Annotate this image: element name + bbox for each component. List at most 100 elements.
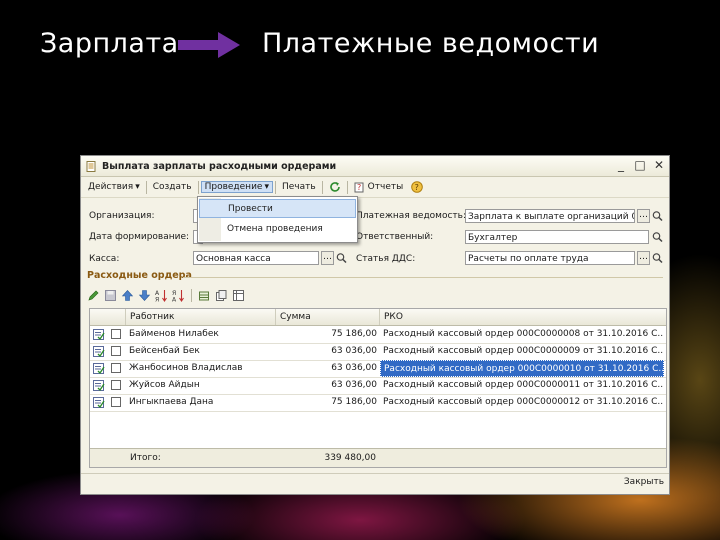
document-posted-icon — [93, 363, 105, 374]
window-footer: Закрыть — [81, 473, 669, 494]
responsible-field[interactable]: Бухгалтер — [465, 230, 649, 244]
chevron-down-icon: ▾ — [264, 182, 269, 192]
employee-cell: Ингыкпаева Дана — [129, 397, 214, 407]
close-button[interactable]: Закрыть — [624, 477, 664, 487]
slide-title-right: Платежные ведомости — [262, 28, 600, 59]
employee-cell: Байменов Нилабек — [129, 329, 219, 339]
table-row[interactable]: Жанбосинов Владислав 63 036,00 Расходный к… — [90, 360, 666, 378]
table-row[interactable]: Жуйсов Айдын 63 036,00 Расходный кассовый … — [90, 377, 666, 395]
table-footer: Итого: 339 480,00 — [90, 448, 666, 467]
row-checkbox[interactable] — [111, 397, 121, 407]
payment-orders-table: Работник Сумма РКО Байменов Нилабек 75 18… — [89, 308, 667, 468]
responsible-label: Ответственный: — [356, 232, 434, 242]
refresh-button[interactable] — [325, 180, 345, 194]
move-up-icon[interactable] — [121, 289, 134, 302]
statement-label: Платежная ведомость: — [356, 211, 466, 221]
section-divider — [183, 277, 663, 278]
toolbar-separator — [346, 180, 348, 194]
statement-field[interactable]: Зарплата к выплате организаций 00 — [465, 209, 635, 223]
header-employee[interactable]: Работник — [126, 309, 276, 325]
total-label: Итого: — [130, 453, 161, 463]
svg-text:?: ? — [415, 183, 419, 192]
window-title: Выплата зарплаты расходными ордерами — [102, 160, 337, 172]
statement-select-button[interactable]: … — [637, 209, 650, 223]
dds-field[interactable]: Расчеты по оплате труда — [465, 251, 635, 265]
row-checkbox[interactable] — [111, 380, 121, 390]
help-icon: ? — [411, 181, 424, 193]
edit-pencil-icon[interactable] — [87, 289, 100, 302]
copy-rows-icon[interactable] — [215, 289, 228, 302]
sum-cell: 63 036,00 — [331, 346, 377, 356]
menu-item-post[interactable]: Провести — [199, 199, 356, 218]
posting-menu-button[interactable]: Проведение ▾ — [200, 181, 273, 193]
toolbar-separator — [191, 288, 192, 302]
reports-icon: ? — [354, 182, 364, 193]
main-toolbar: Действия ▾ Создать Проведение ▾ Печать ?… — [81, 177, 669, 198]
statement-search-icon[interactable] — [651, 209, 664, 223]
row-checkbox[interactable] — [111, 363, 121, 373]
employee-cell: Бейсенбай Бек — [129, 346, 200, 356]
employee-cell: Жанбосинов Владислав — [129, 363, 243, 373]
actions-menu-button[interactable]: Действия ▾ — [84, 181, 144, 193]
sort-descending-icon[interactable]: Я A — [172, 289, 185, 302]
employee-cell: Жуйсов Айдын — [129, 380, 200, 390]
sum-cell: 75 186,00 — [331, 329, 377, 339]
date-label: Дата формирование: — [89, 232, 190, 242]
svg-text:A: A — [172, 296, 177, 302]
responsible-search-icon[interactable] — [651, 230, 664, 244]
posting-label: Проведение — [204, 182, 263, 192]
cash-select-button[interactable]: … — [321, 251, 334, 265]
dds-select-button[interactable]: … — [637, 251, 650, 265]
section-title: Расходные ордера — [87, 270, 192, 281]
document-posted-icon — [93, 380, 105, 391]
rko-cell[interactable]: Расходный кассовый ордер 000С0000009 от … — [380, 343, 664, 360]
reports-label: Отчеты — [367, 182, 404, 192]
rko-cell[interactable]: Расходный кассовый ордер 000С0000011 от … — [380, 377, 664, 394]
document-posted-icon — [93, 346, 105, 357]
organization-label: Организация: — [89, 211, 155, 221]
posting-dropdown-menu: Провести Отмена проведения — [197, 196, 358, 243]
minimize-button[interactable]: _ — [615, 158, 627, 173]
maximize-button[interactable]: □ — [634, 158, 646, 173]
menu-item-cancel-posting[interactable]: Отмена проведения — [199, 220, 356, 239]
cash-field[interactable]: Основная касса — [193, 251, 319, 265]
create-button[interactable]: Создать — [149, 181, 196, 193]
document-icon — [86, 160, 96, 172]
refresh-icon — [329, 182, 340, 192]
row-checkbox[interactable] — [111, 329, 121, 339]
toolbar-separator — [197, 180, 199, 194]
save-disk-icon[interactable] — [104, 289, 117, 302]
header-rko[interactable]: РКО — [380, 309, 666, 325]
sort-ascending-icon[interactable]: A Я — [155, 289, 168, 302]
table-header: Работник Сумма РКО — [90, 309, 666, 326]
close-window-button[interactable]: ✕ — [653, 158, 665, 173]
create-label: Создать — [152, 182, 192, 192]
dds-search-icon[interactable] — [651, 251, 664, 265]
row-checkbox[interactable] — [111, 346, 121, 356]
cash-search-icon[interactable] — [335, 251, 348, 265]
sum-cell: 63 036,00 — [331, 380, 377, 390]
dds-label: Статья ДДС: — [356, 254, 416, 264]
rko-cell[interactable]: Расходный кассовый ордер 000С0000010 от … — [380, 360, 664, 377]
right-arrow-icon — [178, 32, 240, 58]
window-titlebar: Выплата зарплаты расходными ордерами _ □… — [81, 156, 669, 177]
cash-label: Касса: — [89, 254, 120, 264]
table-row[interactable]: Ингыкпаева Дана 75 186,00 Расходный кассов… — [90, 394, 666, 412]
print-button[interactable]: Печать — [278, 181, 320, 193]
reports-button[interactable]: ? Отчеты — [350, 180, 408, 194]
total-value: 339 480,00 — [324, 453, 376, 463]
svg-text:Я: Я — [155, 296, 159, 302]
header-icons-column — [90, 309, 126, 325]
table-row[interactable]: Бейсенбай Бек 63 036,00 Расходный кассовый… — [90, 343, 666, 361]
help-button[interactable]: ? — [407, 180, 427, 194]
slide-title-left: Зарплата — [40, 28, 179, 59]
rko-cell[interactable]: Расходный кассовый ордер 000С0000012 от … — [380, 394, 664, 411]
toolbar-separator — [274, 180, 276, 194]
fill-table-icon[interactable] — [198, 289, 211, 302]
table-row[interactable]: Байменов Нилабек 75 186,00 Расходный кассо… — [90, 326, 666, 344]
settings-table-icon[interactable] — [232, 289, 245, 302]
table-toolbar: A Я Я A — [87, 287, 245, 303]
header-sum[interactable]: Сумма — [276, 309, 380, 325]
move-down-icon[interactable] — [138, 289, 151, 302]
rko-cell[interactable]: Расходный кассовый ордер 000С0000008 от … — [380, 326, 664, 343]
